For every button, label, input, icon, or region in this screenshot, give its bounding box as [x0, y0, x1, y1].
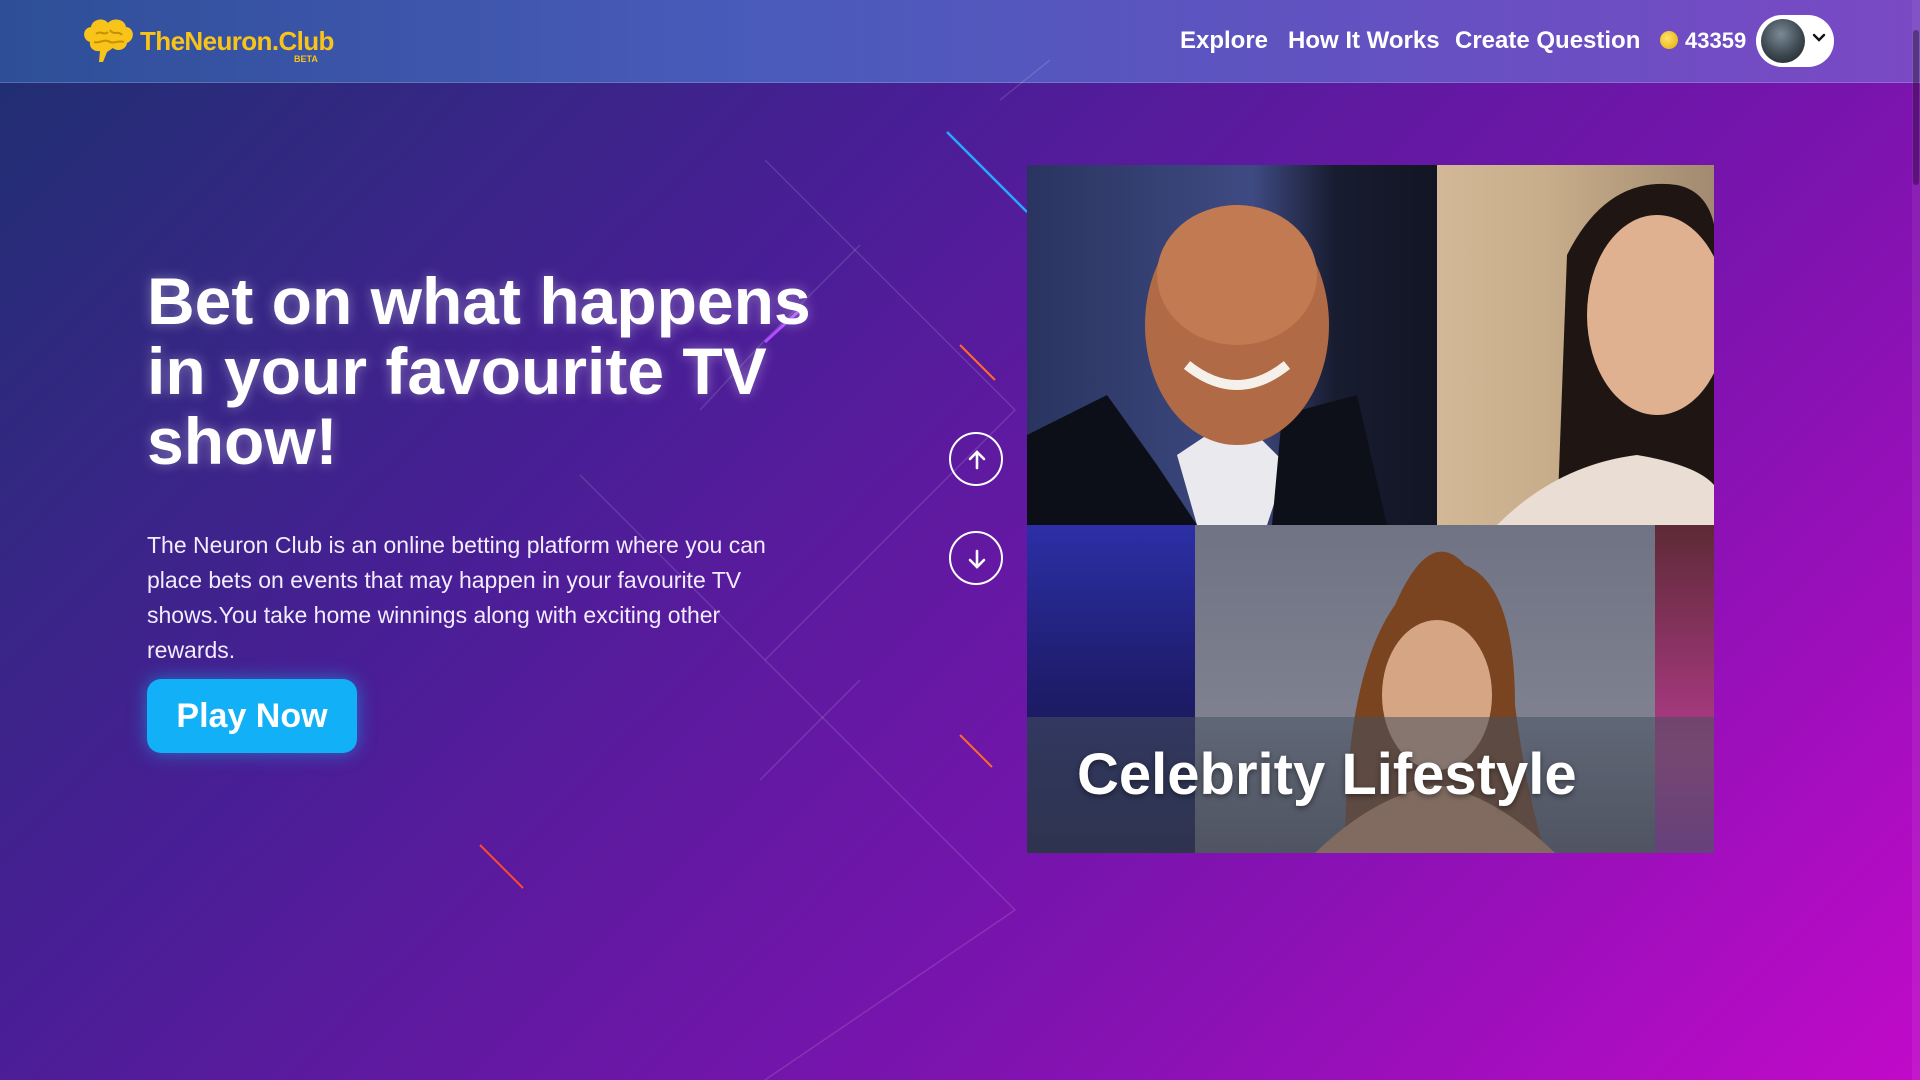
celebrity-photo-1 [1027, 165, 1437, 525]
hero-title: Bet on what happens in your favourite TV… [147, 264, 811, 478]
arrow-down-icon [968, 549, 986, 569]
carousel-caption: Celebrity Lifestyle [1077, 742, 1577, 807]
celebrity-photo-2 [1437, 165, 1714, 525]
hero-description: The Neuron Club is an online betting pla… [147, 532, 766, 663]
carousel-card[interactable]: Celebrity Lifestyle [1027, 165, 1714, 853]
play-now-button[interactable]: Play Now [147, 679, 357, 753]
scrollbar-thumb[interactable] [1913, 30, 1919, 185]
carousel-up-button[interactable] [949, 432, 1003, 486]
arrow-up-icon [968, 450, 986, 470]
carousel-down-button[interactable] [949, 531, 1003, 585]
